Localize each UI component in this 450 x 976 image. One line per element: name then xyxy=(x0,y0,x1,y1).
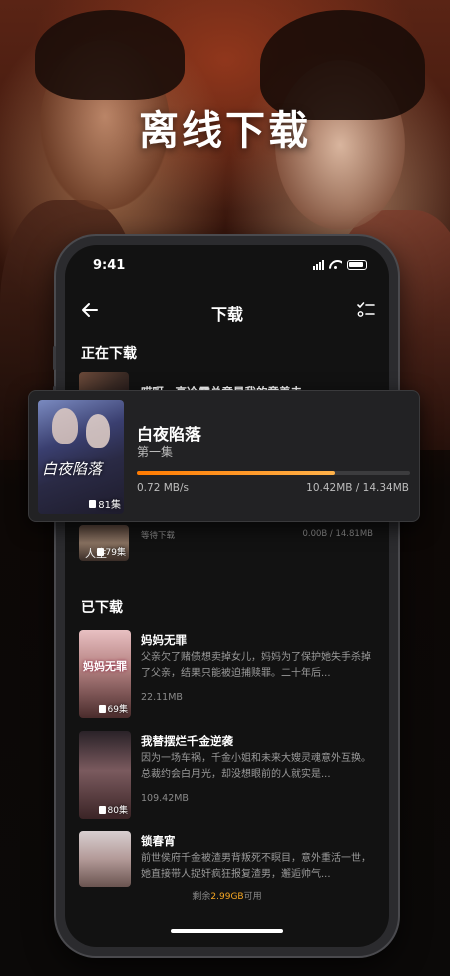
status-icons xyxy=(313,260,367,270)
status-time: 9:41 xyxy=(93,258,126,273)
episode-label: 第一集 xyxy=(137,445,174,459)
promo-headline: 离线下载 xyxy=(139,108,311,154)
film-icon xyxy=(96,547,104,556)
download-status: 等待下载 xyxy=(141,531,176,541)
drama-description: 前世侯府千金被渣男背叛死不瞑目，意外重活一世，她直接带人捉奸疯狂报复渣男，邂逅帅… xyxy=(141,853,371,880)
drama-poster-thumbnail: 80集 xyxy=(79,731,131,819)
download-size-progress: 10.42MB / 14.34MB xyxy=(306,482,409,494)
home-indicator[interactable] xyxy=(171,929,283,933)
downloaded-item[interactable]: 妈妈无罪 69集 妈妈无罪 父亲欠了赌债想卖掉女儿，妈妈为了保护她失手杀掉了父亲… xyxy=(79,630,379,718)
poster-title-art: 白夜陷落 xyxy=(42,460,103,478)
storage-remaining: 剩余2.99GB可用 xyxy=(192,892,262,902)
drama-description: 因为一场车祸，千金小姐和未来大嫂灵魂意外互换。总裁约会白月光，却没想眼前的人就实… xyxy=(141,753,371,780)
file-size: 22.11MB xyxy=(141,692,183,703)
episode-count-badge: 79集 xyxy=(96,545,126,558)
drama-poster-thumbnail: 人生 79集 xyxy=(79,525,129,561)
top-nav-bar: 下载 xyxy=(65,293,389,329)
drama-title: 锁春宵 xyxy=(141,834,176,848)
drama-title: 妈妈无罪 xyxy=(141,633,187,647)
actor-hair xyxy=(35,10,185,100)
downloaded-item[interactable]: 锁春宵 前世侯府千金被渣男背叛死不瞑目，意外重活一世，她直接带人捉奸疯狂报复渣男… xyxy=(79,831,379,887)
film-icon xyxy=(98,704,106,713)
wifi-icon xyxy=(329,260,342,270)
file-size: 109.42MB xyxy=(141,793,189,804)
film-icon xyxy=(98,805,106,814)
episode-count-badge: 80集 xyxy=(98,803,128,816)
download-progress-fill xyxy=(137,471,336,475)
active-download-card[interactable]: 白夜陷落 81集 白夜陷落 第一集 0.72 MB/s 10.42MB / 14… xyxy=(28,390,420,522)
drama-poster-thumbnail xyxy=(79,831,131,887)
drama-poster-thumbnail: 妈妈无罪 69集 xyxy=(79,630,131,718)
drama-poster-thumbnail: 白夜陷落 81集 xyxy=(38,400,124,514)
download-size-progress: 0.00B / 14.81MB xyxy=(302,529,373,539)
film-icon xyxy=(89,499,97,508)
app-screen: 9:41 下载 正在下载 哎呀 xyxy=(65,245,389,947)
drama-title: 我替摆烂千金逆袭 xyxy=(141,734,233,748)
download-speed: 0.72 MB/s xyxy=(137,482,189,494)
poster-actor-face xyxy=(52,408,78,444)
phone-frame: 9:41 下载 正在下载 哎呀 xyxy=(53,236,401,956)
checklist-edit-icon[interactable] xyxy=(355,299,377,321)
downloading-item[interactable]: 人生 79集 等待下载 0.00B / 14.81MB xyxy=(79,525,379,565)
page-title: 下载 xyxy=(210,305,243,324)
episode-count-badge: 69集 xyxy=(98,702,128,715)
poster-actress-face xyxy=(86,414,110,448)
status-bar: 9:41 xyxy=(65,245,389,285)
battery-icon xyxy=(347,260,367,270)
poster-title-art: 妈妈无罪 xyxy=(83,660,127,673)
cellular-signal-icon xyxy=(313,260,324,270)
download-progress-bar xyxy=(137,471,410,475)
drama-description: 父亲欠了赌债想卖掉女儿，妈妈为了保护她失手杀掉了父亲，结果只能被迫捕赎罪。二十年… xyxy=(141,652,371,679)
section-title-downloading: 正在下载 xyxy=(81,346,137,362)
downloaded-item[interactable]: 80集 我替摆烂千金逆袭 因为一场车祸，千金小姐和未来大嫂灵魂意外互换。总裁约会… xyxy=(79,731,379,819)
episode-count-badge: 81集 xyxy=(89,496,121,511)
phone-mute-button xyxy=(53,346,56,370)
drama-title: 白夜陷落 xyxy=(137,425,202,444)
section-title-downloaded: 已下载 xyxy=(81,600,123,616)
